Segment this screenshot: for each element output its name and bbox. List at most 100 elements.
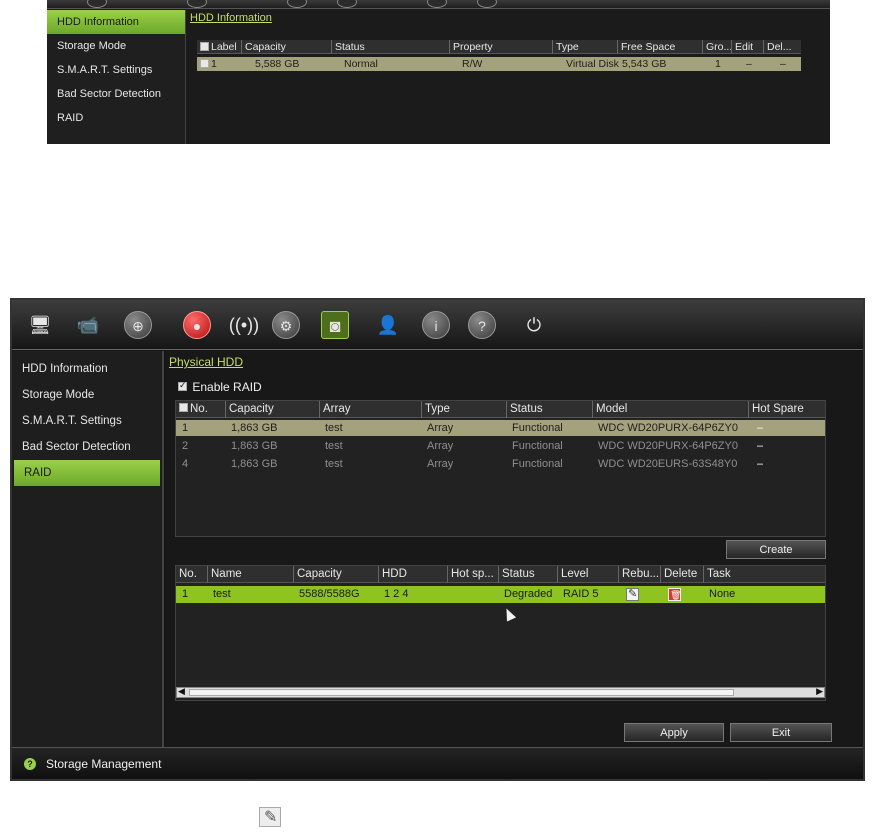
column-no[interactable]: No. — [176, 401, 208, 418]
column-name[interactable]: Name — [207, 566, 242, 583]
column-rebuild[interactable]: Rebu... — [618, 566, 659, 583]
sidebar-item-hdd-information[interactable]: HDD Information — [12, 356, 162, 382]
main-toolbar: 🖥 📹 ⊕ ● ((•)) ⚙ ◙ 👤 i ? ⏻ — [12, 300, 863, 350]
column-type[interactable]: Type — [552, 40, 579, 54]
column-model[interactable]: Model — [592, 401, 627, 418]
column-capacity[interactable]: Capacity — [293, 566, 342, 583]
toolbar-icon[interactable] — [427, 0, 447, 8]
user-icon[interactable]: 👤 — [374, 311, 402, 339]
rebuild-icon — [626, 586, 639, 603]
column-status[interactable]: Status — [331, 40, 365, 54]
row-hot-spare: – — [757, 458, 764, 470]
sidebar-item-hdd-information[interactable]: HDD Information — [47, 10, 185, 34]
sidebar-item-bad-sector-detection[interactable]: Bad Sector Detection — [12, 434, 162, 460]
sidebar-item-bad-sector-detection[interactable]: Bad Sector Detection — [47, 82, 185, 106]
table-row[interactable]: 4 1,863 GB test Array Functional WDC WD2… — [176, 456, 825, 472]
hdd-icon[interactable]: ◙ — [321, 311, 349, 339]
record-icon[interactable]: ● — [183, 311, 211, 339]
main-panel: HDD Information Label Capacity Status Pr… — [187, 10, 830, 144]
column-capacity[interactable]: Capacity — [241, 40, 286, 54]
column-status[interactable]: Status — [498, 566, 535, 583]
column-capacity[interactable]: Capacity — [225, 401, 274, 418]
delete-button[interactable] — [665, 586, 681, 603]
trash-icon — [668, 587, 681, 603]
hdd-table-header: Label Capacity Status Property Type Free… — [197, 40, 801, 54]
select-all-checkbox[interactable] — [200, 41, 209, 51]
scrollbar-thumb[interactable] — [189, 689, 734, 696]
column-hot-spare[interactable]: Hot sp... — [447, 566, 494, 583]
row-group: 1 — [715, 58, 721, 70]
column-delete[interactable]: Del... — [763, 40, 792, 54]
enable-raid-checkbox[interactable] — [178, 380, 187, 392]
toolbar-icon[interactable] — [477, 0, 497, 8]
sidebar-item-raid[interactable]: RAID — [14, 460, 160, 486]
column-no[interactable]: No. — [176, 566, 197, 583]
column-task[interactable]: Task — [703, 566, 731, 583]
column-status[interactable]: Status — [506, 401, 543, 418]
row-label: 1 — [197, 57, 217, 71]
column-label[interactable]: Label — [197, 40, 237, 54]
column-type[interactable]: Type — [421, 401, 450, 418]
row-no: 1 — [182, 588, 189, 600]
column-level[interactable]: Level — [557, 566, 589, 583]
row-hot-spare: – — [757, 422, 764, 434]
device-icon[interactable]: ⚙ — [272, 311, 300, 339]
row-no: 2 — [182, 440, 189, 452]
hdd-table-header: No. Capacity Array Type Status Model Hot… — [176, 401, 825, 418]
scroll-left-icon[interactable]: ◀ — [178, 686, 185, 697]
column-delete[interactable]: Delete — [660, 566, 697, 583]
sidebar-item-raid[interactable]: RAID — [47, 106, 185, 130]
sidebar-item-smart-settings[interactable]: S.M.A.R.T. Settings — [47, 58, 185, 82]
column-free-space[interactable]: Free Space — [617, 40, 675, 54]
info-icon[interactable]: i — [422, 311, 450, 339]
table-row[interactable]: 2 1,863 GB test Array Functional WDC WD2… — [176, 438, 825, 454]
display-icon[interactable]: 🖥 — [26, 311, 54, 339]
row-hot-spare: – — [757, 440, 764, 452]
create-button[interactable]: Create — [726, 540, 826, 559]
tab-physical-hdd[interactable]: Physical HDD — [169, 355, 243, 369]
row-capacity: 1,863 GB — [231, 422, 278, 434]
sidebar-item-storage-mode[interactable]: Storage Mode — [47, 34, 185, 58]
row-edit[interactable]: – — [743, 57, 752, 71]
scroll-right-icon[interactable]: ▶ — [816, 686, 823, 697]
horizontal-scrollbar[interactable]: ◀ ▶ — [176, 686, 825, 698]
row-model: WDC WD20PURX-64P6ZY0 — [598, 422, 738, 434]
column-edit[interactable]: Edit — [731, 40, 753, 54]
row-checkbox[interactable] — [200, 58, 209, 68]
toolbar-icon[interactable] — [337, 0, 357, 8]
row-capacity: 5,588 GB — [255, 58, 300, 70]
table-row[interactable]: 1 1,863 GB test Array Functional WDC WD2… — [176, 420, 825, 436]
toolbar-icon[interactable] — [187, 0, 207, 8]
column-array[interactable]: Array — [319, 401, 350, 418]
network-icon[interactable]: ⊕ — [124, 311, 152, 339]
sidebar-item-smart-settings[interactable]: S.M.A.R.T. Settings — [12, 408, 162, 434]
table-row[interactable]: 1 test 5588/5588G 1 2 4 Degraded RAID 5 … — [176, 586, 825, 603]
table-row[interactable]: 1 5,588 GB Normal R/W Virtual Disk 5,543… — [197, 57, 801, 71]
row-status: Functional — [512, 422, 563, 434]
physical-hdd-table: No. Capacity Array Type Status Model Hot… — [175, 400, 826, 537]
status-text: Storage Management — [46, 757, 162, 771]
row-delete[interactable]: – — [777, 57, 786, 71]
enable-raid-option[interactable]: Enable RAID — [178, 380, 262, 394]
tab-hdd-information[interactable]: HDD Information — [190, 12, 272, 24]
power-icon[interactable]: ⏻ — [520, 311, 548, 339]
column-group[interactable]: Gro... — [702, 40, 732, 54]
sidebar-item-storage-mode[interactable]: Storage Mode — [12, 382, 162, 408]
column-property[interactable]: Property — [449, 40, 493, 54]
row-model: WDC WD20EURS-63S48Y0 — [598, 458, 738, 470]
camera-icon[interactable]: 📹 — [74, 311, 102, 339]
select-all-checkbox[interactable] — [179, 403, 188, 413]
exit-button[interactable]: Exit — [730, 723, 832, 742]
rebuild-button[interactable] — [623, 586, 639, 603]
row-no: 4 — [182, 458, 189, 470]
row-hdd: 1 2 4 — [384, 588, 409, 600]
help-icon[interactable]: ? — [468, 311, 496, 339]
alarm-icon[interactable]: ((•)) — [224, 311, 264, 339]
row-capacity: 1,863 GB — [231, 458, 278, 470]
toolbar-icon[interactable] — [287, 0, 307, 8]
apply-button[interactable]: Apply — [624, 723, 724, 742]
toolbar-icon[interactable] — [87, 0, 107, 8]
column-hot-spare[interactable]: Hot Spare — [748, 401, 804, 418]
column-hdd[interactable]: HDD — [378, 566, 407, 583]
row-array: test — [325, 422, 343, 434]
